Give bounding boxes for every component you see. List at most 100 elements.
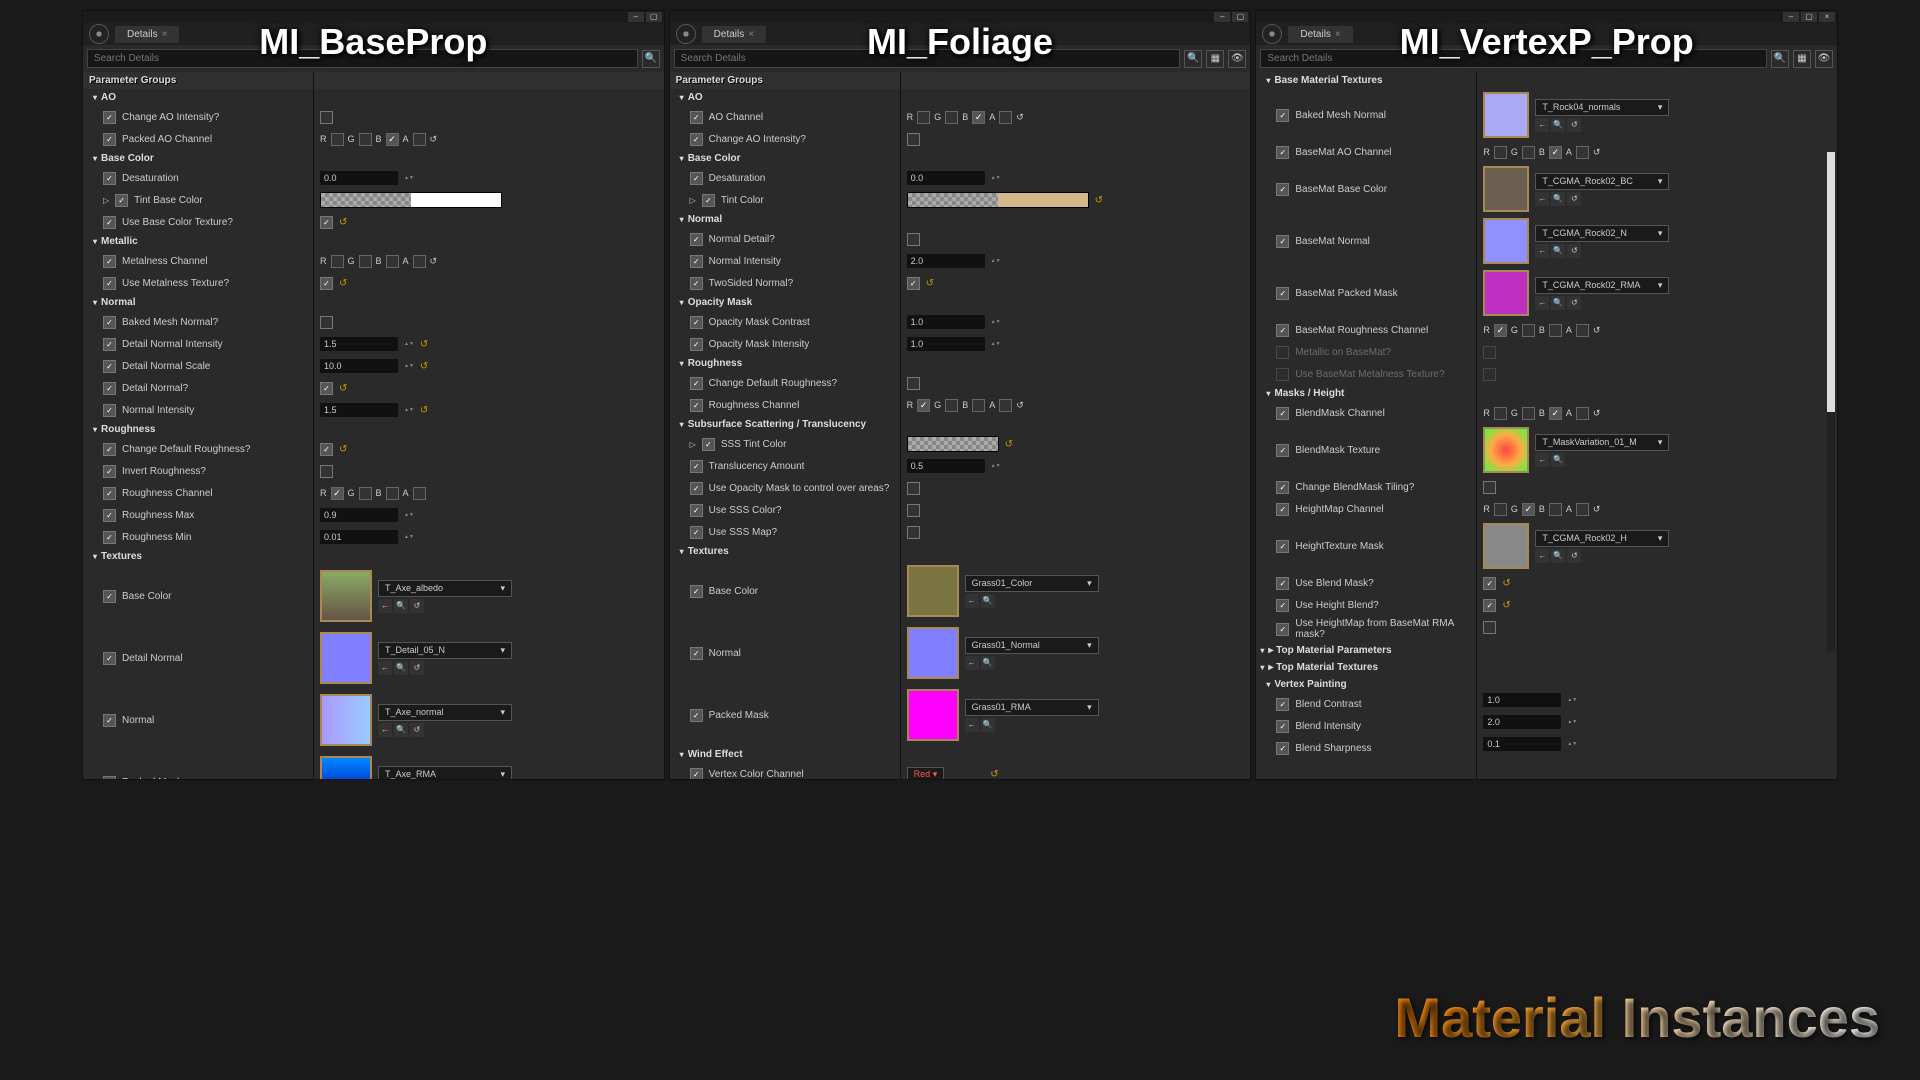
section-ao[interactable]: AO [83,89,313,106]
texture-dropdown[interactable]: Grass01_RMA▾ [965,699,1099,716]
texture-dropdown[interactable]: Grass01_Color▾ [965,575,1099,592]
rgba-row[interactable]: RGBA↺ [314,250,664,272]
chk-val[interactable] [320,111,333,124]
chk[interactable] [115,194,128,207]
min-button[interactable]: – [1214,12,1230,22]
chk[interactable] [103,316,116,329]
matrix-icon[interactable]: ▦ [1206,50,1224,68]
rgba-row[interactable]: RGBA [314,482,664,504]
chk[interactable] [103,360,116,373]
section-masks[interactable]: Masks / Height [1256,385,1476,402]
max-button[interactable]: ▢ [1232,12,1248,22]
texture-dropdown[interactable]: T_Detail_05_N▾ [378,642,512,659]
texture-dropdown[interactable]: Grass01_Normal▾ [965,637,1099,654]
section-normal[interactable]: Normal [670,211,900,228]
chk-val[interactable] [320,465,333,478]
max-button[interactable]: ▢ [646,12,662,22]
reset-icon[interactable]: ↺ [339,217,347,228]
chk-val[interactable] [320,216,333,229]
color-swatch[interactable] [320,192,502,208]
close-button[interactable]: × [1819,12,1835,22]
search-input[interactable] [87,49,638,68]
chk-val[interactable] [320,316,333,329]
close-icon[interactable]: × [162,29,168,40]
section-top-textures[interactable]: ▸ Top Material Textures [1256,659,1476,676]
max-button[interactable]: ▢ [1801,12,1817,22]
section-metallic[interactable]: Metallic [83,233,313,250]
texture-dropdown[interactable]: T_Rock04_normals▾ [1535,99,1669,116]
num-input[interactable] [320,530,398,544]
chk[interactable] [103,465,116,478]
section-roughness[interactable]: Roughness [670,355,900,372]
section-basecolor[interactable]: Base Color [670,150,900,167]
section-basecolor[interactable]: Base Color [83,150,313,167]
chk[interactable] [103,172,116,185]
chk[interactable] [103,382,116,395]
min-button[interactable]: – [628,12,644,22]
chk[interactable] [103,487,116,500]
section-textures[interactable]: Textures [670,543,900,560]
search-icon[interactable]: 🔍 [1771,50,1789,68]
search-input[interactable] [674,49,1181,68]
texture-dropdown[interactable]: T_Axe_normal▾ [378,704,512,721]
section-normal[interactable]: Normal [83,294,313,311]
scrollbar[interactable] [1827,152,1835,652]
reset-icon[interactable]: ↺ [430,134,438,145]
section-sss[interactable]: Subsurface Scattering / Translucency [670,416,900,433]
chk[interactable] [103,509,116,522]
matrix-icon[interactable]: ▦ [1793,50,1811,68]
chk-val[interactable] [320,443,333,456]
use-btn[interactable]: ← [378,599,392,613]
chk[interactable] [103,531,116,544]
section-ao[interactable]: AO [670,89,900,106]
chk[interactable] [103,590,116,603]
texture-thumb[interactable] [320,570,372,622]
chk[interactable] [103,404,116,417]
chk[interactable] [103,652,116,665]
search-icon[interactable]: 🔍 [642,50,660,68]
chk[interactable] [103,216,116,229]
tab-details[interactable]: Details× [1288,26,1352,43]
chk[interactable] [103,111,116,124]
num-input[interactable] [320,359,398,373]
color-swatch[interactable] [907,192,1089,208]
chk[interactable] [103,443,116,456]
scroll-thumb[interactable] [1827,152,1835,412]
chk-val[interactable] [320,277,333,290]
section-wind[interactable]: Wind Effect [670,746,900,763]
chk-val[interactable] [320,382,333,395]
texture-thumb[interactable] [320,756,372,779]
chk[interactable] [103,255,116,268]
eye-icon[interactable]: 👁 [1228,50,1246,68]
texture-dropdown[interactable]: T_Axe_RMA▾ [378,766,512,780]
num-input[interactable] [320,403,398,417]
close-icon[interactable]: × [1335,29,1341,40]
chk[interactable] [103,714,116,727]
tab-details[interactable]: Details × [115,26,179,43]
num-input[interactable] [320,171,398,185]
section-opacity[interactable]: Opacity Mask [670,294,900,311]
section-roughness[interactable]: Roughness [83,421,313,438]
browse-btn[interactable]: 🔍 [394,599,408,613]
texture-thumb[interactable] [320,694,372,746]
chk[interactable] [103,776,116,780]
section-base-textures[interactable]: Base Material Textures [1256,72,1476,89]
section-textures[interactable]: Textures [83,548,313,565]
min-button[interactable]: – [1783,12,1799,22]
chk[interactable] [103,277,116,290]
section-top-params[interactable]: ▸ Top Material Parameters [1256,642,1476,659]
chk[interactable] [103,133,116,146]
eye-icon[interactable]: 👁 [1815,50,1833,68]
search-icon[interactable]: 🔍 [1184,50,1202,68]
tab-details[interactable]: Details× [702,26,766,43]
section-vertex-painting[interactable]: Vertex Painting [1256,676,1476,693]
num-input[interactable] [320,337,398,351]
channel-dropdown[interactable]: Red ▾ [907,767,945,780]
reset-icon[interactable]: ↺ [410,599,424,613]
chk[interactable] [103,338,116,351]
search-input[interactable] [1260,49,1767,68]
texture-dropdown[interactable]: T_Axe_albedo▾ [378,580,512,597]
num-input[interactable] [320,508,398,522]
close-icon[interactable]: × [748,29,754,40]
rgba-row[interactable]: RGBA↺ [314,128,664,150]
